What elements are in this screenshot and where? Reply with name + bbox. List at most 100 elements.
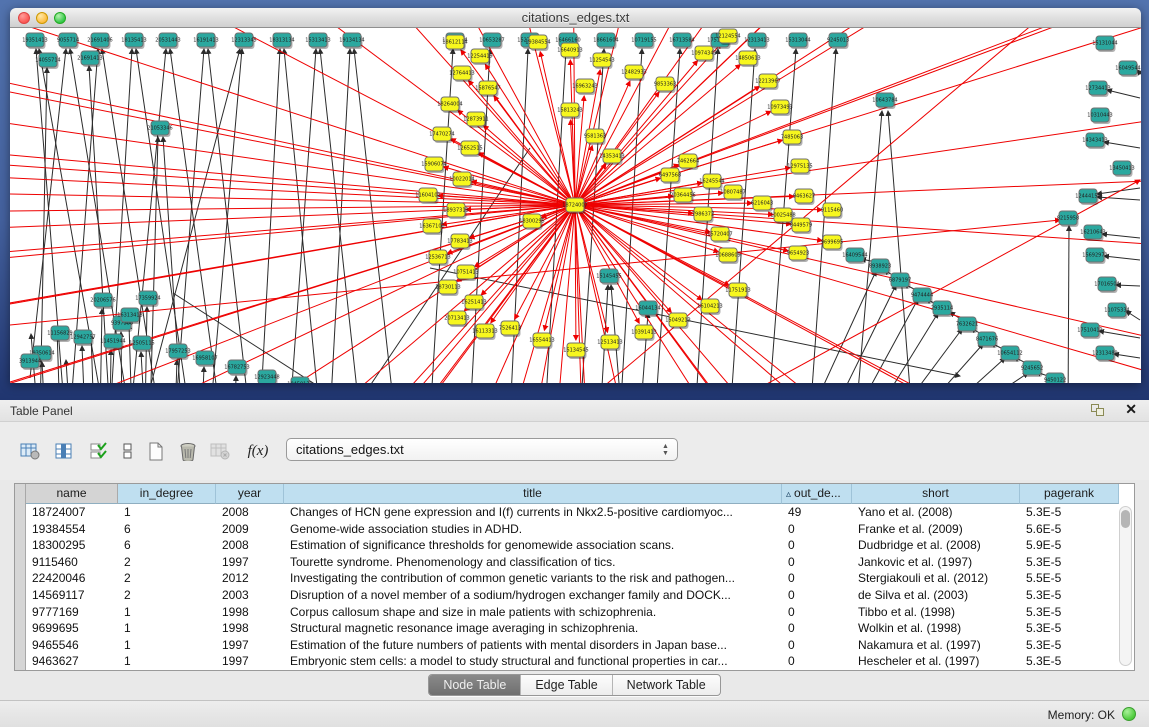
- paper-node[interactable]: 17957253: [165, 344, 190, 360]
- table-row[interactable]: 969969511998Structural magnetic resonanc…: [26, 620, 1119, 637]
- paper-node[interactable]: 10022014: [449, 172, 474, 188]
- paper-node[interactable]: 10653287: [479, 33, 504, 49]
- paper-node[interactable]: 10643784: [872, 93, 897, 109]
- paper-node[interactable]: 19134134: [339, 33, 364, 49]
- paper-node[interactable]: 16044134: [635, 301, 660, 317]
- paper-node[interactable]: 16713584: [669, 33, 694, 49]
- paper-node[interactable]: 17016504: [1094, 277, 1119, 293]
- paper-node[interactable]: 18313134: [269, 33, 294, 49]
- paper-node[interactable]: 16958107: [192, 351, 217, 367]
- paper-node[interactable]: 12313345: [231, 33, 256, 49]
- paper-node[interactable]: 17359924: [135, 291, 160, 307]
- paper-node[interactable]: 18612114: [442, 35, 467, 51]
- column-header-pagerank[interactable]: pagerank: [1020, 484, 1119, 504]
- trash-icon[interactable]: [174, 438, 202, 464]
- paper-node[interactable]: 18661604: [593, 33, 618, 49]
- select-rows-icon[interactable]: [84, 438, 112, 464]
- paper-node[interactable]: 14850613: [735, 51, 760, 67]
- paper-node[interactable]: 16210643: [1080, 225, 1105, 241]
- paper-node[interactable]: 12213967: [755, 74, 780, 90]
- paper-node[interactable]: 15813243: [557, 103, 582, 119]
- paper-node[interactable]: 12942757: [70, 330, 95, 346]
- paper-node[interactable]: 12482933: [621, 65, 646, 81]
- paper-node[interactable]: 16191413: [193, 33, 218, 49]
- paper-node[interactable]: 7986372: [692, 207, 714, 223]
- tab-node-table[interactable]: Node Table: [429, 675, 521, 695]
- paper-node[interactable]: 9245013: [827, 33, 849, 49]
- paper-node[interactable]: 16640913: [557, 43, 582, 59]
- paper-node[interactable]: 15134545: [563, 343, 588, 359]
- paper-node[interactable]: 14343413: [1082, 133, 1107, 149]
- paper-node[interactable]: 10654112: [997, 346, 1022, 362]
- column-header-year[interactable]: year: [216, 484, 284, 504]
- window-titlebar[interactable]: citations_edges.txt: [10, 8, 1141, 28]
- paper-node[interactable]: 16963243: [572, 79, 597, 95]
- paper-node[interactable]: 9654923: [787, 246, 809, 262]
- table-selector-dropdown[interactable]: citations_edges.txt ▲▼: [286, 438, 678, 461]
- table-row[interactable]: 946362711997Embryonic stem cells: a mode…: [26, 653, 1119, 670]
- paper-node[interactable]: 20206576: [90, 293, 115, 309]
- table-row[interactable]: 1830029562008Estimation of significance …: [26, 537, 1119, 554]
- tab-network-table[interactable]: Network Table: [613, 675, 720, 695]
- paper-node[interactable]: 17470274: [429, 127, 454, 143]
- paper-node[interactable]: 10688609: [715, 248, 740, 264]
- column-header-title[interactable]: title: [284, 484, 782, 504]
- paper-node[interactable]: 10391413: [631, 325, 656, 341]
- paper-node[interactable]: 16049544: [1115, 61, 1140, 77]
- paper-node[interactable]: 11751913: [725, 283, 750, 299]
- paper-node[interactable]: 12923448: [254, 370, 279, 383]
- paper-node[interactable]: 18730113: [435, 280, 460, 296]
- close-panel-icon[interactable]: ✕: [1125, 401, 1137, 418]
- table-row[interactable]: 1456911722003Disruption of a novel membe…: [26, 587, 1119, 604]
- paper-node[interactable]: 16409544: [842, 248, 867, 264]
- table-row[interactable]: 946554611997Estimation of the future num…: [26, 637, 1119, 654]
- paper-node[interactable]: 12444159: [1075, 189, 1100, 205]
- paper-node[interactable]: 10719155: [631, 33, 656, 49]
- paper-node[interactable]: 16782753: [224, 360, 249, 376]
- column-header-in_degree[interactable]: in_degree: [118, 484, 216, 504]
- table-row[interactable]: 977716911998Corpus callosum shape and si…: [26, 604, 1119, 621]
- function-builder-icon[interactable]: f(x): [244, 438, 272, 464]
- paper-node[interactable]: 2935114: [931, 301, 953, 317]
- paper-node[interactable]: 14353413: [599, 149, 624, 165]
- paper-node[interactable]: 6497568: [659, 168, 681, 184]
- paper-node[interactable]: 15049213: [665, 313, 690, 329]
- paper-node[interactable]: 12652515: [457, 141, 482, 157]
- citation-network-graph[interactable]: 1935141390557142169140618135413205314431…: [10, 28, 1141, 383]
- paper-node[interactable]: 9115460: [821, 203, 843, 219]
- paper-node[interactable]: 12254419: [467, 49, 492, 65]
- paper-node[interactable]: 15313044: [785, 33, 810, 49]
- network-canvas[interactable]: 1935141390557142169140618135413205314431…: [10, 28, 1141, 383]
- paper-node[interactable]: 12764413: [449, 66, 474, 82]
- paper-node[interactable]: 11451944: [100, 334, 125, 350]
- paper-node[interactable]: 15313413: [305, 33, 330, 49]
- new-document-icon[interactable]: [142, 438, 170, 464]
- paper-node[interactable]: 15876547: [475, 81, 500, 97]
- paper-node[interactable]: 12536713: [425, 250, 450, 266]
- table-settings-icon[interactable]: [16, 438, 44, 464]
- paper-node[interactable]: 12873911: [463, 112, 488, 128]
- paper-node[interactable]: 8215958: [1057, 211, 1079, 227]
- paper-node[interactable]: 20531443: [155, 33, 180, 49]
- paper-node[interactable]: 9853363: [654, 77, 676, 93]
- paper-node[interactable]: 15692971: [1082, 248, 1107, 264]
- column-visibility-icon[interactable]: [50, 438, 78, 464]
- paper-node[interactable]: 11156829: [47, 326, 72, 342]
- paper-node[interactable]: 21691413: [77, 51, 102, 67]
- paper-node[interactable]: 9245652: [1021, 361, 1043, 377]
- paper-node[interactable]: 9450122: [1044, 373, 1066, 383]
- paper-node[interactable]: 11075334: [1104, 303, 1129, 319]
- paper-node[interactable]: 16554413: [529, 333, 554, 349]
- paper-node[interactable]: 15906074: [421, 157, 446, 173]
- paper-node[interactable]: 10973493: [767, 100, 792, 116]
- table-row[interactable]: 1872400712008Changes of HCN gene express…: [26, 504, 1119, 521]
- paper-node[interactable]: 18264004: [437, 97, 462, 113]
- paper-node[interactable]: 18450134: [287, 377, 312, 383]
- paper-node[interactable]: 9581363: [584, 129, 606, 145]
- paper-node[interactable]: 9699695: [821, 235, 843, 251]
- paper-node[interactable]: 12975135: [787, 159, 812, 175]
- table-vertical-scrollbar[interactable]: [1119, 506, 1132, 666]
- paper-node[interactable]: 12513413: [597, 335, 622, 351]
- column-header-short[interactable]: short: [852, 484, 1020, 504]
- paper-node[interactable]: 7526413: [499, 321, 521, 337]
